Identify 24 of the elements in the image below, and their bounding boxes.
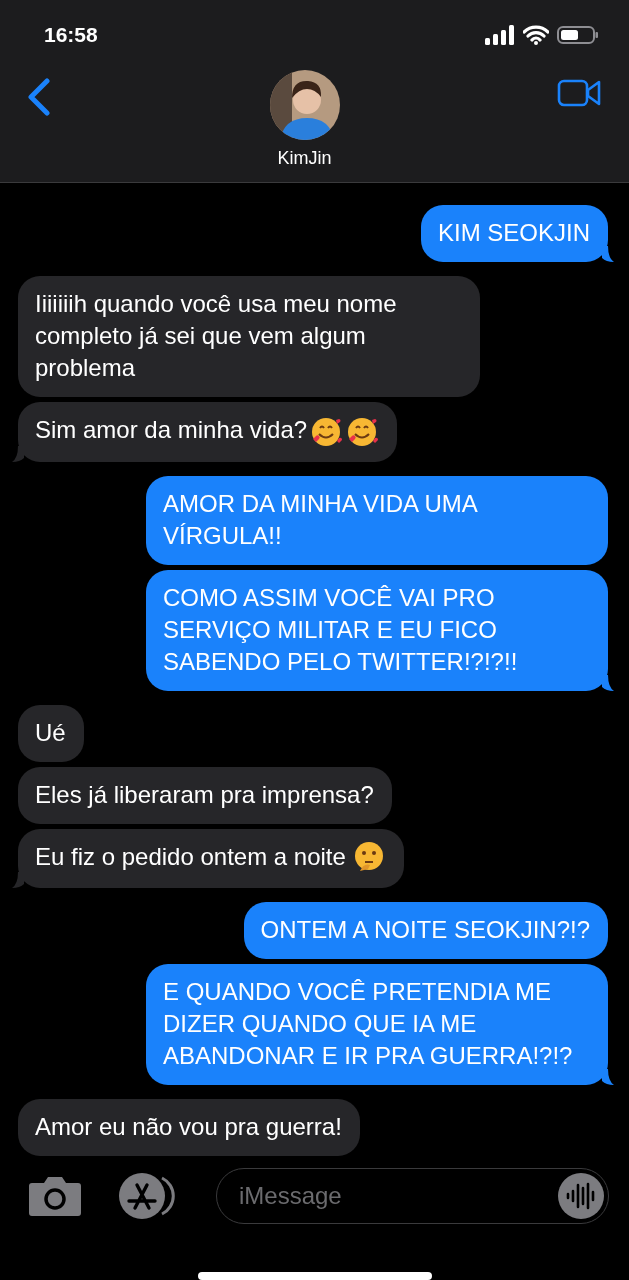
wifi-icon	[523, 25, 549, 45]
audio-waveform-icon[interactable]	[558, 1173, 604, 1220]
back-button[interactable]	[26, 78, 52, 116]
sent-message-bubble: COMO ASSIM VOCÊ VAI PRO SERVIÇO MILITAR E EU FICO SABENDO PELO TWITTER!?!?!!	[146, 569, 608, 691]
sent-message-bubble: KIM SEOKJIN	[420, 205, 608, 263]
sent-message-bubble: E QUANDO VOCÊ PRETENDIA ME DIZER QUANDO QUE IA ME ABANDONAR E IR PRA GUERRA!?!?	[146, 964, 608, 1086]
video-camera-icon	[557, 78, 601, 108]
received-message-bubble: Amor eu não vou pra guerra!	[18, 1099, 360, 1157]
received-message-bubble: Ué	[18, 704, 84, 762]
received-message-bubble: Eles já liberaram pra imprensa?	[18, 766, 392, 824]
received-message-bubble: Eu fiz o pedido ontem a noite	[18, 828, 404, 889]
back-chevron-icon	[26, 78, 52, 116]
battery-icon	[557, 25, 599, 45]
contact-name: KimJin	[277, 148, 332, 169]
camera-icon	[28, 1175, 82, 1218]
received-message-bubble: Iiiiiiih quando você usa meu nome completo já sei que vem algum problema	[18, 276, 480, 398]
received-message-bubble: Sim amor da minha vida?	[18, 402, 398, 462]
message-input-field[interactable]: iMessage	[237, 1181, 558, 1212]
sent-message-bubble: ONTEM A NOITE SEOKJIN?!?	[243, 902, 608, 960]
status-time: 16:58	[44, 23, 98, 47]
video-call-button[interactable]	[557, 78, 601, 108]
camera-button[interactable]	[28, 1175, 82, 1218]
signal-icon	[485, 25, 515, 45]
sent-message-bubble: AMOR DA MINHA VIDA UMA VÍRGULA!!	[146, 475, 608, 565]
